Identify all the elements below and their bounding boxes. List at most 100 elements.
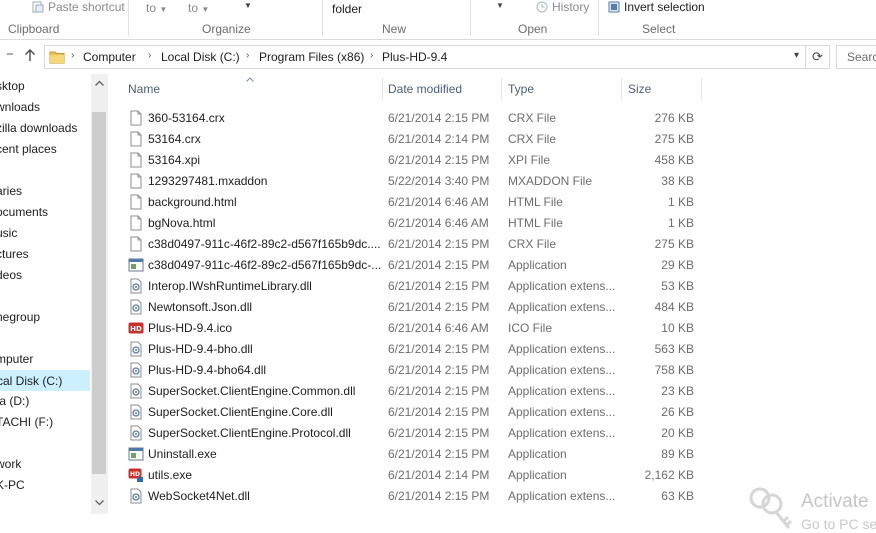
nav-item-homegroup[interactable]: negroup bbox=[0, 307, 40, 328]
file-row[interactable]: bgNova.html 6/21/2014 6:46 AM HTML File 1 K… bbox=[128, 212, 702, 233]
file-row[interactable]: SuperSocket.ClientEngine.Common.dll 6/21/… bbox=[128, 380, 702, 401]
file-row[interactable]: Interop.IWshRuntimeLibrary.dll 6/21/2014 … bbox=[128, 275, 702, 296]
file-row[interactable]: 360-53164.crx 6/21/2014 2:15 PM CRX File 27… bbox=[128, 107, 702, 128]
address-history-chevron-icon[interactable]: ▾ bbox=[794, 50, 799, 61]
nav-item-pc[interactable]: K-PC bbox=[0, 475, 25, 496]
nav-item-data-d[interactable]: ta (D:) bbox=[0, 391, 29, 412]
file-row[interactable]: background.html 6/21/2014 6:46 AM HTML Fil… bbox=[128, 191, 702, 212]
blank-file-icon bbox=[128, 215, 144, 231]
copy-to-label: to bbox=[188, 1, 199, 15]
dll-icon bbox=[128, 362, 144, 378]
file-row[interactable]: SuperSocket.ClientEngine.Protocol.dll 6/2… bbox=[128, 422, 702, 443]
paste-shortcut-button[interactable]: Paste shortcut bbox=[32, 0, 125, 14]
search-input[interactable]: Searc bbox=[836, 45, 876, 69]
nav-item-pictures[interactable]: ctures bbox=[0, 244, 29, 265]
nav-item-hitachi-f[interactable]: TACHI (F:) bbox=[0, 412, 53, 433]
column-header-type[interactable]: Type bbox=[508, 82, 534, 96]
column-header-name[interactable]: Name bbox=[128, 82, 160, 96]
file-row[interactable]: c38d0497-911c-46f2-89c2-d567f165b9dc-...… bbox=[128, 254, 702, 275]
file-size: 1 KB bbox=[667, 216, 694, 230]
recent-locations-chevron-icon[interactable] bbox=[6, 48, 14, 62]
file-name: Newtonsoft.Json.dll bbox=[148, 300, 253, 314]
column-divider[interactable] bbox=[621, 78, 622, 100]
file-date-modified: 5/22/2014 3:40 PM bbox=[388, 174, 490, 188]
chevron-right-icon[interactable]: › bbox=[148, 50, 151, 61]
column-header-date-modified[interactable]: Date modified bbox=[388, 82, 462, 96]
file-name: bgNova.html bbox=[148, 216, 216, 230]
file-name: Uninstall.exe bbox=[148, 447, 217, 461]
invert-selection-button[interactable]: Invert selection bbox=[608, 0, 705, 14]
nav-item-documents[interactable]: ocuments bbox=[0, 202, 48, 223]
scroll-down-icon[interactable] bbox=[95, 498, 104, 508]
move-to-button[interactable]: to ▼ bbox=[146, 1, 167, 15]
nav-scrollbar-thumb[interactable] bbox=[92, 112, 106, 474]
column-header-size[interactable]: Size bbox=[628, 82, 651, 96]
application-icon bbox=[128, 257, 144, 273]
file-row[interactable]: WebSocket4Net.dll 6/21/2014 2:15 PM Applic… bbox=[128, 485, 702, 506]
nav-item-local-disk-c[interactable]: cal Disk (C:) bbox=[0, 370, 90, 391]
svg-text:HD: HD bbox=[130, 471, 140, 478]
breadcrumb-program-files[interactable]: Program Files (x86) bbox=[259, 50, 364, 64]
chevron-down-icon: ▼ bbox=[159, 5, 168, 14]
file-row[interactable]: SuperSocket.ClientEngine.Core.dll 6/21/20… bbox=[128, 401, 702, 422]
dll-icon bbox=[128, 425, 144, 441]
nav-item-computer[interactable]: mputer bbox=[0, 349, 33, 370]
scroll-up-icon[interactable] bbox=[95, 78, 104, 88]
file-row[interactable]: Plus-HD-9.4-bho.dll 6/21/2014 2:15 PM Appl… bbox=[128, 338, 702, 359]
file-size: 275 KB bbox=[654, 237, 694, 251]
chevron-right-icon[interactable]: › bbox=[246, 50, 249, 61]
file-size: 53 KB bbox=[661, 279, 694, 293]
history-button[interactable]: History bbox=[536, 0, 589, 14]
navigation-pane: sktop wnloads zilla downloads cent place… bbox=[0, 74, 108, 533]
file-row[interactable]: 53164.crx 6/21/2014 2:14 PM CRX File 275 KB bbox=[128, 128, 702, 149]
nav-item-mozilla-downloads[interactable]: zilla downloads bbox=[0, 118, 77, 139]
address-bar[interactable]: › Computer › Local Disk (C:) › Program F… bbox=[44, 45, 830, 69]
dll-icon bbox=[128, 341, 144, 357]
nav-item-network[interactable]: work bbox=[0, 454, 21, 475]
file-size: 276 KB bbox=[654, 111, 694, 125]
file-row[interactable]: Uninstall.exe 6/21/2014 2:15 PM Applicatio… bbox=[128, 443, 702, 464]
file-row[interactable]: HD Plus-HD-9.4.ico 6/21/2014 6:46 AM ICO Fi… bbox=[128, 317, 702, 338]
file-name: c38d0497-911c-46f2-89c2-d567f165b9dc.... bbox=[148, 237, 381, 251]
file-date-modified: 6/21/2014 2:15 PM bbox=[388, 111, 490, 125]
new-folder-button[interactable]: folder bbox=[332, 2, 362, 16]
nav-item-downloads[interactable]: wnloads bbox=[0, 97, 40, 118]
column-divider[interactable] bbox=[382, 78, 383, 100]
file-date-modified: 6/21/2014 2:15 PM bbox=[388, 258, 490, 272]
file-date-modified: 6/21/2014 2:15 PM bbox=[388, 153, 490, 167]
column-divider[interactable] bbox=[701, 78, 702, 100]
file-name: c38d0497-911c-46f2-89c2-d567f165b9dc-... bbox=[148, 258, 382, 272]
refresh-icon[interactable]: ⟳ bbox=[805, 46, 829, 68]
breadcrumb-local-disk[interactable]: Local Disk (C:) bbox=[161, 50, 240, 64]
nav-item-libraries[interactable]: aries bbox=[0, 181, 22, 202]
file-row[interactable]: HD utils.exe 6/21/2014 2:14 PM Application 2… bbox=[128, 464, 702, 485]
file-name: 53164.crx bbox=[148, 132, 201, 146]
group-label-new: New bbox=[382, 22, 407, 36]
file-row[interactable]: c38d0497-911c-46f2-89c2-d567f165b9dc....… bbox=[128, 233, 702, 254]
blank-file-icon bbox=[128, 194, 144, 210]
chevron-right-icon[interactable]: › bbox=[370, 50, 373, 61]
new-folder-label: folder bbox=[332, 2, 363, 16]
activate-windows-subtitle: Go to PC se bbox=[801, 516, 876, 532]
file-row[interactable]: 1293297481.mxaddon 5/22/2014 3:40 PM MXADD… bbox=[128, 170, 702, 191]
nav-item-desktop[interactable]: sktop bbox=[0, 76, 25, 97]
nav-scrollbar[interactable] bbox=[91, 74, 108, 514]
nav-item-music[interactable]: usic bbox=[0, 223, 17, 244]
up-arrow-icon[interactable] bbox=[24, 48, 36, 65]
file-row[interactable]: 53164.xpi 6/21/2014 2:15 PM XPI File 458 KB bbox=[128, 149, 702, 170]
group-label-organize: Organize bbox=[202, 22, 251, 36]
delete-dropdown-chevron-icon[interactable]: ▼ bbox=[244, 1, 252, 10]
file-size: 29 KB bbox=[661, 258, 694, 272]
file-row[interactable]: Newtonsoft.Json.dll 6/21/2014 2:15 PM Appl… bbox=[128, 296, 702, 317]
file-row[interactable]: Plus-HD-9.4-bho64.dll 6/21/2014 2:15 PM Ap… bbox=[128, 359, 702, 380]
nav-item-videos[interactable]: deos bbox=[0, 265, 22, 286]
group-label-open: Open bbox=[518, 22, 548, 36]
hd-exe-icon: HD bbox=[128, 467, 144, 483]
chevron-right-icon[interactable]: › bbox=[71, 50, 74, 61]
column-divider[interactable] bbox=[501, 78, 502, 100]
copy-to-button[interactable]: to ▼ bbox=[188, 1, 209, 15]
properties-dropdown-chevron-icon[interactable]: ▼ bbox=[496, 1, 504, 10]
breadcrumb-current-folder[interactable]: Plus-HD-9.4 bbox=[382, 50, 447, 64]
breadcrumb-computer[interactable]: Computer bbox=[83, 50, 136, 64]
nav-item-recent-places[interactable]: cent places bbox=[0, 139, 57, 160]
